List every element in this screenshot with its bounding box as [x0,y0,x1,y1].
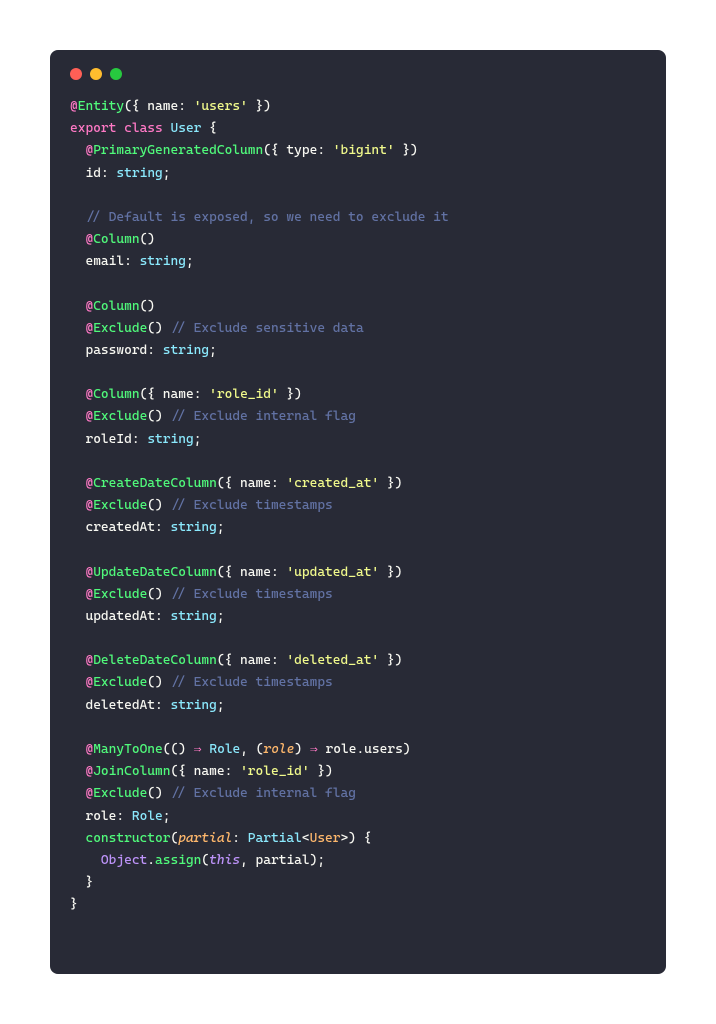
decorator-update-date-column: UpdateDateColumn [93,565,217,580]
prop-updatedat: updatedAt [85,609,155,624]
class-name: User [170,121,201,136]
decorator-create-date-column: CreateDateColumn [93,476,217,491]
decorator-exclude: Exclude [93,321,147,336]
prop-roleid: roleId [85,432,131,447]
constructor: constructor [85,831,170,846]
close-icon[interactable] [70,68,82,80]
comment-internal-flag: // Exclude internal flag [171,409,356,424]
comment-sensitive: // Exclude sensitive data [171,321,364,336]
decorator-many-to-one: ManyToOne [93,742,163,757]
prop-deletedat: deletedAt [85,698,155,713]
comment-timestamps: // Exclude timestamps [171,498,333,513]
decorator-primary-generated-column: PrimaryGeneratedColumn [93,143,263,158]
prop-id: id [85,166,100,181]
code-window: @Entity({ name: 'users' }) export class … [50,50,666,974]
minimize-icon[interactable] [90,68,102,80]
window-titlebar [70,68,646,80]
comment-default-exposed: // Default is exposed, so we need to exc… [85,210,448,225]
decorator-join-column: JoinColumn [93,764,170,779]
decorator-delete-date-column: DeleteDateColumn [93,653,217,668]
prop-password: password [85,343,147,358]
prop-createdat: createdAt [85,520,155,535]
prop-role: role [85,809,116,824]
entity-name-string: 'users' [194,99,248,114]
code-block: @Entity({ name: 'users' }) export class … [70,96,646,916]
decorator-column: Column [93,232,139,247]
prop-email: email [85,254,124,269]
maximize-icon[interactable] [110,68,122,80]
decorator-entity: Entity [78,99,124,114]
